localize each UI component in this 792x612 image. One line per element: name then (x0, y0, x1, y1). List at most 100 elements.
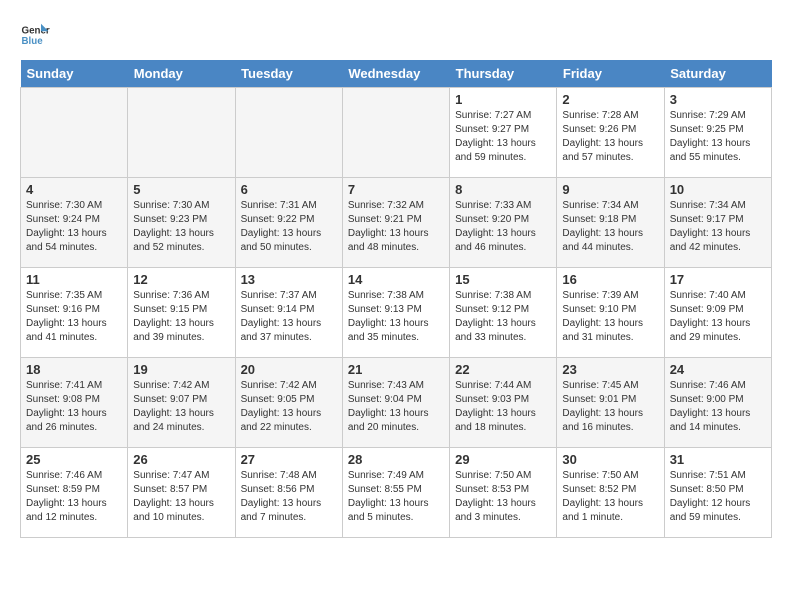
day-cell: 6 Sunrise: 7:31 AM Sunset: 9:22 PM Daylig… (235, 178, 342, 268)
day-cell: 24 Sunrise: 7:46 AM Sunset: 9:00 PM Dayli… (664, 358, 771, 448)
day-cell: 22 Sunrise: 7:44 AM Sunset: 9:03 PM Dayli… (450, 358, 557, 448)
day-number: 6 (241, 182, 337, 197)
day-number: 29 (455, 452, 551, 467)
day-detail: Sunrise: 7:31 AM Sunset: 9:22 PM Dayligh… (241, 199, 337, 255)
day-number: 4 (26, 182, 122, 197)
day-detail: Sunrise: 7:40 AM Sunset: 9:09 PM Dayligh… (670, 289, 766, 345)
day-cell: 29 Sunrise: 7:50 AM Sunset: 8:53 PM Dayli… (450, 448, 557, 538)
logo: General Blue (20, 20, 50, 50)
day-header-sunday: Sunday (21, 60, 128, 88)
day-cell: 20 Sunrise: 7:42 AM Sunset: 9:05 PM Dayli… (235, 358, 342, 448)
day-detail: Sunrise: 7:42 AM Sunset: 9:07 PM Dayligh… (133, 379, 229, 435)
day-detail: Sunrise: 7:29 AM Sunset: 9:25 PM Dayligh… (670, 109, 766, 165)
day-detail: Sunrise: 7:37 AM Sunset: 9:14 PM Dayligh… (241, 289, 337, 345)
day-number: 31 (670, 452, 766, 467)
day-number: 23 (562, 362, 658, 377)
day-number: 22 (455, 362, 551, 377)
day-detail: Sunrise: 7:43 AM Sunset: 9:04 PM Dayligh… (348, 379, 444, 435)
day-number: 11 (26, 272, 122, 287)
day-detail: Sunrise: 7:42 AM Sunset: 9:05 PM Dayligh… (241, 379, 337, 435)
svg-text:Blue: Blue (22, 36, 44, 47)
day-number: 15 (455, 272, 551, 287)
day-cell (128, 88, 235, 178)
day-detail: Sunrise: 7:47 AM Sunset: 8:57 PM Dayligh… (133, 469, 229, 525)
day-cell: 26Sunrise: 7:47 AM Sunset: 8:57 PM Dayli… (128, 448, 235, 538)
day-header-monday: Monday (128, 60, 235, 88)
day-header-tuesday: Tuesday (235, 60, 342, 88)
day-cell: 1 Sunrise: 7:27 AM Sunset: 9:27 PM Daylig… (450, 88, 557, 178)
day-number: 12 (133, 272, 229, 287)
week-row-4: 18 Sunrise: 7:41 AM Sunset: 9:08 PM Dayli… (21, 358, 772, 448)
day-detail: Sunrise: 7:39 AM Sunset: 9:10 PM Dayligh… (562, 289, 658, 345)
day-cell: 21 Sunrise: 7:43 AM Sunset: 9:04 PM Dayli… (342, 358, 449, 448)
day-cell: 15Sunrise: 7:38 AM Sunset: 9:12 PM Dayli… (450, 268, 557, 358)
week-row-3: 11Sunrise: 7:35 AM Sunset: 9:16 PM Dayli… (21, 268, 772, 358)
day-cell: 16 Sunrise: 7:39 AM Sunset: 9:10 PM Dayli… (557, 268, 664, 358)
day-detail: Sunrise: 7:36 AM Sunset: 9:15 PM Dayligh… (133, 289, 229, 345)
day-cell: 4 Sunrise: 7:30 AM Sunset: 9:24 PM Daylig… (21, 178, 128, 268)
day-cell: 3 Sunrise: 7:29 AM Sunset: 9:25 PM Daylig… (664, 88, 771, 178)
day-cell (342, 88, 449, 178)
day-detail: Sunrise: 7:38 AM Sunset: 9:13 PM Dayligh… (348, 289, 444, 345)
day-detail: Sunrise: 7:46 AM Sunset: 9:00 PM Dayligh… (670, 379, 766, 435)
day-number: 27 (241, 452, 337, 467)
day-cell: 5 Sunrise: 7:30 AM Sunset: 9:23 PM Daylig… (128, 178, 235, 268)
day-detail: Sunrise: 7:27 AM Sunset: 9:27 PM Dayligh… (455, 109, 551, 165)
day-number: 16 (562, 272, 658, 287)
day-number: 28 (348, 452, 444, 467)
day-cell: 18 Sunrise: 7:41 AM Sunset: 9:08 PM Dayli… (21, 358, 128, 448)
day-cell: 2 Sunrise: 7:28 AM Sunset: 9:26 PM Daylig… (557, 88, 664, 178)
day-detail: Sunrise: 7:48 AM Sunset: 8:56 PM Dayligh… (241, 469, 337, 525)
day-number: 7 (348, 182, 444, 197)
day-cell: 14Sunrise: 7:38 AM Sunset: 9:13 PM Dayli… (342, 268, 449, 358)
day-detail: Sunrise: 7:45 AM Sunset: 9:01 PM Dayligh… (562, 379, 658, 435)
day-number: 30 (562, 452, 658, 467)
day-number: 19 (133, 362, 229, 377)
day-number: 13 (241, 272, 337, 287)
day-cell: 9 Sunrise: 7:34 AM Sunset: 9:18 PM Daylig… (557, 178, 664, 268)
day-number: 5 (133, 182, 229, 197)
day-detail: Sunrise: 7:28 AM Sunset: 9:26 PM Dayligh… (562, 109, 658, 165)
day-detail: Sunrise: 7:34 AM Sunset: 9:18 PM Dayligh… (562, 199, 658, 255)
day-cell: 30 Sunrise: 7:50 AM Sunset: 8:52 PM Dayli… (557, 448, 664, 538)
day-detail: Sunrise: 7:41 AM Sunset: 9:08 PM Dayligh… (26, 379, 122, 435)
day-cell: 12 Sunrise: 7:36 AM Sunset: 9:15 PM Dayli… (128, 268, 235, 358)
day-number: 18 (26, 362, 122, 377)
day-number: 2 (562, 92, 658, 107)
day-detail: Sunrise: 7:32 AM Sunset: 9:21 PM Dayligh… (348, 199, 444, 255)
day-number: 24 (670, 362, 766, 377)
day-cell: 25Sunrise: 7:46 AM Sunset: 8:59 PM Dayli… (21, 448, 128, 538)
day-detail: Sunrise: 7:50 AM Sunset: 8:53 PM Dayligh… (455, 469, 551, 525)
day-detail: Sunrise: 7:34 AM Sunset: 9:17 PM Dayligh… (670, 199, 766, 255)
logo-icon: General Blue (20, 20, 50, 50)
day-number: 10 (670, 182, 766, 197)
day-cell: 11Sunrise: 7:35 AM Sunset: 9:16 PM Dayli… (21, 268, 128, 358)
day-number: 17 (670, 272, 766, 287)
day-header-thursday: Thursday (450, 60, 557, 88)
day-detail: Sunrise: 7:30 AM Sunset: 9:24 PM Dayligh… (26, 199, 122, 255)
week-row-5: 25Sunrise: 7:46 AM Sunset: 8:59 PM Dayli… (21, 448, 772, 538)
week-row-1: 1 Sunrise: 7:27 AM Sunset: 9:27 PM Daylig… (21, 88, 772, 178)
page-header: General Blue (20, 20, 772, 50)
day-header-friday: Friday (557, 60, 664, 88)
day-number: 9 (562, 182, 658, 197)
day-detail: Sunrise: 7:44 AM Sunset: 9:03 PM Dayligh… (455, 379, 551, 435)
day-detail: Sunrise: 7:50 AM Sunset: 8:52 PM Dayligh… (562, 469, 658, 525)
day-number: 1 (455, 92, 551, 107)
day-number: 3 (670, 92, 766, 107)
day-number: 25 (26, 452, 122, 467)
day-cell: 7 Sunrise: 7:32 AM Sunset: 9:21 PM Daylig… (342, 178, 449, 268)
calendar-table: SundayMondayTuesdayWednesdayThursdayFrid… (20, 60, 772, 538)
day-cell: 10 Sunrise: 7:34 AM Sunset: 9:17 PM Dayli… (664, 178, 771, 268)
day-number: 20 (241, 362, 337, 377)
day-detail: Sunrise: 7:33 AM Sunset: 9:20 PM Dayligh… (455, 199, 551, 255)
day-detail: Sunrise: 7:51 AM Sunset: 8:50 PM Dayligh… (670, 469, 766, 525)
day-header-wednesday: Wednesday (342, 60, 449, 88)
day-cell: 19 Sunrise: 7:42 AM Sunset: 9:07 PM Dayli… (128, 358, 235, 448)
day-detail: Sunrise: 7:30 AM Sunset: 9:23 PM Dayligh… (133, 199, 229, 255)
day-detail: Sunrise: 7:49 AM Sunset: 8:55 PM Dayligh… (348, 469, 444, 525)
day-number: 21 (348, 362, 444, 377)
week-row-2: 4 Sunrise: 7:30 AM Sunset: 9:24 PM Daylig… (21, 178, 772, 268)
day-number: 8 (455, 182, 551, 197)
day-header-saturday: Saturday (664, 60, 771, 88)
